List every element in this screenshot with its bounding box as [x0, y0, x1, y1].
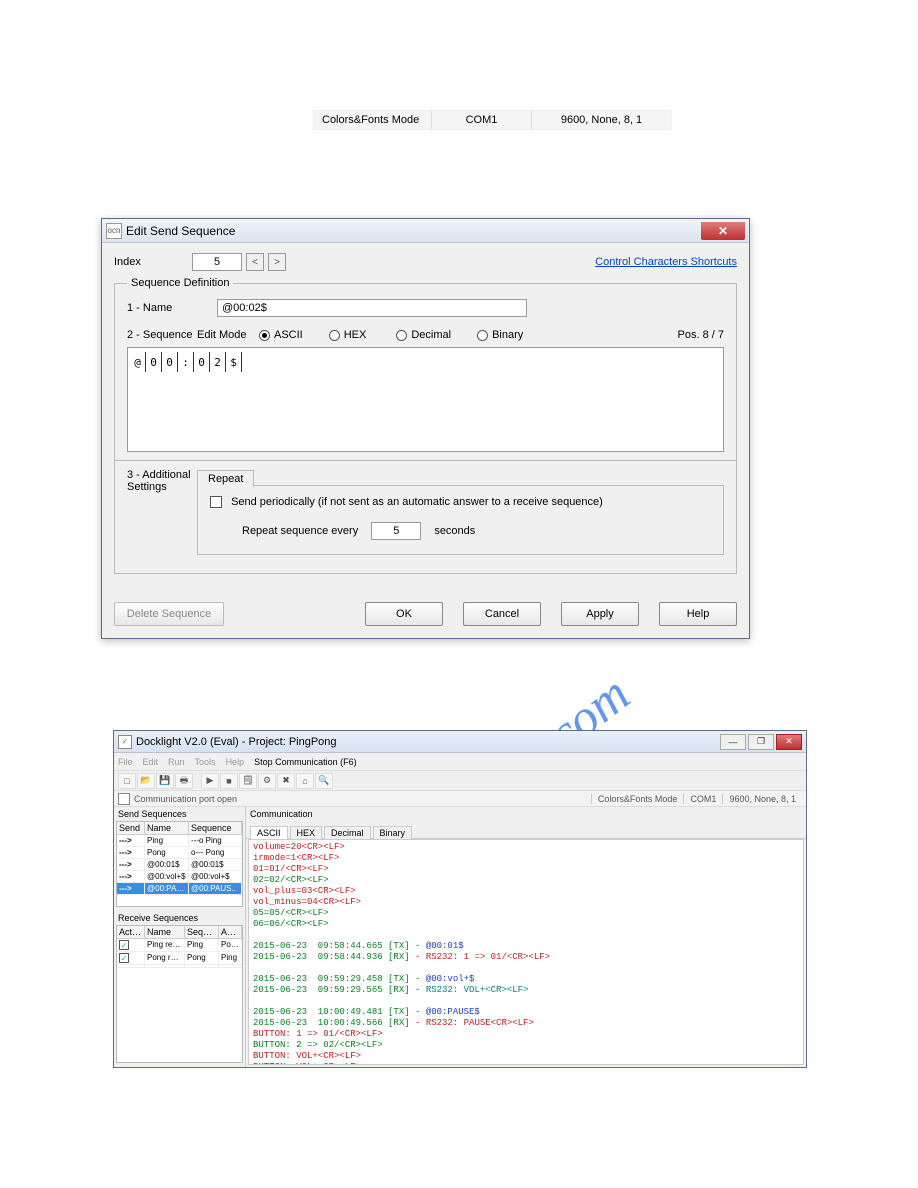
repeat-seconds-input[interactable]: 5	[371, 522, 421, 540]
radio-ascii[interactable]: ASCII	[259, 329, 303, 341]
ok-button[interactable]: OK	[365, 602, 443, 626]
char-cell[interactable]	[242, 352, 254, 372]
search-icon[interactable]: 🔍	[315, 773, 333, 789]
clear-icon[interactable]: ✖	[277, 773, 295, 789]
close-icon[interactable]: ✕	[701, 222, 745, 240]
send-sequences-title: Send Sequences	[114, 807, 245, 821]
table-row[interactable]: --->@00:PAUSE$@00:PAUS..	[117, 883, 242, 895]
table-row[interactable]: --->Ping---o Ping	[117, 835, 242, 847]
repeat-pane: Send periodically (if not sent as an aut…	[197, 485, 724, 555]
char-cell[interactable]: @	[130, 352, 146, 372]
settings-icon[interactable]: ⚙	[258, 773, 276, 789]
repeat-post-label: seconds	[434, 525, 475, 537]
status-text: Communication port open	[134, 794, 237, 804]
help-button[interactable]: Help	[659, 602, 737, 626]
radio-hex[interactable]: HEX	[329, 329, 367, 341]
char-cell[interactable]: 0	[194, 352, 210, 372]
cancel-button[interactable]: Cancel	[463, 602, 541, 626]
receive-sequences-title: Receive Sequences	[114, 911, 245, 925]
sequence-label: 2 - Sequence	[127, 329, 197, 341]
menubar[interactable]: File Edit Run Tools Help Stop Communicat…	[114, 753, 806, 771]
receive-sequences-grid[interactable]: Active Name Sequence Answe ✓Ping recei…P…	[116, 925, 243, 1063]
position-indicator: Pos. 8 / 7	[678, 329, 724, 341]
status-mode: Colors&Fonts Mode	[314, 111, 432, 129]
status-strip: Communication port open Colors&Fonts Mod…	[114, 791, 806, 807]
app-titlebar[interactable]: ✓ Docklight V2.0 (Eval) - Project: PingP…	[114, 731, 806, 753]
open-icon[interactable]: 📂	[137, 773, 155, 789]
apply-button[interactable]: Apply	[561, 602, 639, 626]
communication-title: Communication	[246, 807, 806, 821]
char-cell[interactable]: 2	[210, 352, 226, 372]
communication-tabs[interactable]: ASCII HEX Decimal Binary	[246, 823, 806, 839]
radio-binary[interactable]: Binary	[477, 329, 523, 341]
char-cell[interactable]: 0	[146, 352, 162, 372]
table-row[interactable]: ✓Pong recei…PongPing	[117, 952, 242, 965]
table-row[interactable]	[117, 965, 242, 968]
tab-hex[interactable]: HEX	[290, 826, 323, 839]
port-indicator-icon	[118, 793, 130, 805]
send-periodically-checkbox[interactable]	[210, 496, 222, 508]
menu-run[interactable]: Run	[168, 757, 185, 767]
menu-file[interactable]: File	[118, 757, 133, 767]
edit-send-sequence-dialog: ocn Edit Send Sequence ✕ Index 5 < > Con…	[101, 218, 750, 639]
close-icon[interactable]: ✕	[776, 734, 802, 750]
config-icon[interactable]: ⌂	[296, 773, 314, 789]
radio-decimal[interactable]: Decimal	[396, 329, 451, 341]
additional-settings-label: 3 - Additional Settings	[127, 469, 197, 493]
index-label: Index	[114, 256, 162, 268]
menu-tools[interactable]: Tools	[195, 757, 216, 767]
char-cell[interactable]: :	[178, 352, 194, 372]
send-sequences-grid[interactable]: Send Name Sequence --->Ping---o Ping ---…	[116, 821, 243, 907]
status-serial-settings: 9600, None, 8, 1	[722, 794, 802, 804]
notepad-icon[interactable]: 🗒	[239, 773, 257, 789]
save-icon[interactable]: 💾	[156, 773, 174, 789]
edit-mode-label: Edit Mode	[197, 329, 259, 341]
tab-ascii[interactable]: ASCII	[250, 826, 288, 839]
dialog-title: Edit Send Sequence	[126, 224, 701, 238]
play-icon[interactable]: ▶	[201, 773, 219, 789]
prev-button[interactable]: <	[246, 253, 264, 271]
delete-sequence-button[interactable]: Delete Sequence	[114, 602, 224, 626]
stop-icon[interactable]: ■	[220, 773, 238, 789]
char-cell[interactable]: 0	[162, 352, 178, 372]
index-input[interactable]: 5	[192, 253, 242, 271]
docklight-window: ✓ Docklight V2.0 (Eval) - Project: PingP…	[113, 730, 807, 1068]
maximize-icon[interactable]: ❐	[748, 734, 774, 750]
sequence-editor[interactable]: @ 0 0 : 0 2 $	[127, 347, 724, 452]
repeat-pre-label: Repeat sequence every	[242, 525, 358, 537]
app-icon: ✓	[118, 735, 132, 749]
print-icon[interactable]: 🖶	[175, 773, 193, 789]
control-characters-link[interactable]: Control Characters Shortcuts	[595, 256, 737, 268]
char-cell[interactable]: $	[226, 352, 242, 372]
send-periodically-label: Send periodically (if not sent as an aut…	[231, 496, 603, 508]
name-input[interactable]: @00:02$	[217, 299, 527, 317]
status-port: COM1	[432, 111, 532, 129]
table-row[interactable]: --->@00:01$@00:01$	[117, 859, 242, 871]
status-mode: Colors&Fonts Mode	[591, 794, 684, 804]
dialog-titlebar[interactable]: ocn Edit Send Sequence ✕	[102, 219, 749, 243]
minimize-icon[interactable]: —	[720, 734, 746, 750]
tab-decimal[interactable]: Decimal	[324, 826, 371, 839]
app-title: Docklight V2.0 (Eval) - Project: PingPon…	[136, 736, 720, 748]
table-row[interactable]: --->@00:vol+$@00:vol+$	[117, 871, 242, 883]
toolbar[interactable]: □ 📂 💾 🖶 ▶ ■ 🗒 ⚙ ✖ ⌂ 🔍	[114, 771, 806, 791]
table-row[interactable]: ✓Ping recei…PingPong	[117, 939, 242, 952]
status-port: COM1	[683, 794, 722, 804]
sequence-definition-group: Sequence Definition 1 - Name @00:02$ 2 -…	[114, 277, 737, 574]
app-icon: ocn	[106, 223, 122, 239]
menu-help[interactable]: Help	[226, 757, 245, 767]
new-icon[interactable]: □	[118, 773, 136, 789]
menu-stop-communication[interactable]: Stop Communication (F6)	[254, 757, 357, 767]
tab-binary[interactable]: Binary	[373, 826, 413, 839]
status-strip-top: Colors&Fonts Mode COM1 9600, None, 8, 1	[313, 110, 672, 130]
name-label: 1 - Name	[127, 302, 197, 314]
table-row[interactable]: --->Pongo--- Pong	[117, 847, 242, 859]
communication-log[interactable]: volume=20<CR><LF> irmode=1<CR><LF> 01=01…	[248, 839, 804, 1065]
repeat-tab[interactable]: Repeat	[197, 470, 254, 487]
menu-edit[interactable]: Edit	[143, 757, 159, 767]
next-button[interactable]: >	[268, 253, 286, 271]
status-serial-settings: 9600, None, 8, 1	[532, 111, 671, 129]
sequence-definition-legend: Sequence Definition	[127, 277, 233, 289]
